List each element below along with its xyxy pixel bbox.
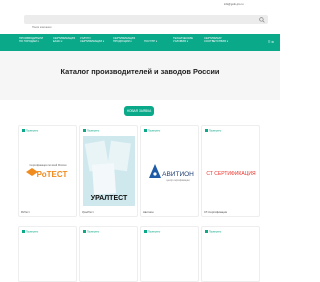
verified-label: Проверено	[26, 129, 39, 133]
company-name[interactable]: Авитион	[143, 211, 153, 214]
nav-item-producers[interactable]: ПРОИЗВОДИТЕЛИ ПО ГОРОДАМ ▾	[19, 37, 43, 44]
new-request-button[interactable]: НОВАЯ ЗАЯВКА	[124, 106, 154, 116]
check-icon	[144, 129, 147, 132]
top-bar: info@gufo-pro.ru	[0, 0, 280, 34]
company-card[interactable]: Проверено	[140, 226, 199, 282]
nav-item-certificate[interactable]: СЕРТИФИКАТ СООТВЕТСТВИЯ ▾	[204, 37, 228, 44]
company-logo: АВИТИОН центр сертификации	[149, 164, 194, 182]
company-card[interactable]: Проверено Сертификация по всей России Ро…	[18, 125, 77, 217]
check-icon	[83, 230, 86, 233]
verified-label: Проверено	[209, 129, 222, 133]
check-icon	[83, 129, 86, 132]
verified-label: Проверено	[209, 230, 222, 234]
logo-text: РоТЕСТ	[37, 170, 68, 179]
nav-menu-icon[interactable]: ☰ ⚙	[268, 40, 274, 44]
header-contact[interactable]: info@gufo-pro.ru	[224, 3, 244, 6]
verified-label: Проверено	[148, 129, 161, 133]
nav-item-services[interactable]: УСЛУГИ СЕРТИФИКАЦИИ ▾	[80, 37, 104, 44]
nav-item-tu[interactable]: ТЕХНИЧЕСКИЕ УСЛОВИЯ ▾	[173, 37, 193, 44]
company-logo: Сертификация по всей России РоТЕСТ	[22, 158, 74, 188]
verified-badge: Проверено	[22, 230, 38, 234]
verified-label: Проверено	[148, 230, 161, 234]
company-logo: УРАЛТЕСТ	[83, 136, 135, 206]
check-icon	[22, 230, 25, 233]
verified-badge: Проверено	[83, 230, 99, 234]
verified-label: Проверено	[87, 129, 100, 133]
company-card[interactable]: Проверено	[18, 226, 77, 282]
verified-label: Проверено	[26, 230, 39, 234]
company-card[interactable]: Проверено УРАЛТЕСТ УралТест	[79, 125, 138, 217]
verified-badge: Проверено	[205, 230, 221, 234]
search-input[interactable]	[24, 23, 268, 32]
nav-item-eaeu[interactable]: СЕРТИФИКАЦИЯ ЕАЭС ▾	[53, 37, 75, 44]
logo-text: АВИТИОН	[162, 171, 194, 178]
logo-text: УРАЛТЕСТ	[91, 195, 128, 202]
logo-caption: центр сертификации	[166, 179, 190, 182]
nav-item-gost[interactable]: ГОСТ/ТР ▾	[144, 40, 157, 43]
check-icon	[144, 230, 147, 233]
page-title: Каталог производителей и заводов России	[60, 67, 220, 76]
company-name[interactable]: УралТест	[82, 211, 94, 214]
search-icon[interactable]	[259, 16, 265, 23]
logo-caption: Сертификация по всей России	[30, 163, 68, 167]
company-card[interactable]: Проверено	[201, 226, 260, 282]
verified-badge: Проверено	[144, 230, 160, 234]
verified-label: Проверено	[87, 230, 100, 234]
main-nav: ПРОИЗВОДИТЕЛИ ПО ГОРОДАМ ▾ СЕРТИФИКАЦИЯ ЕА…	[0, 34, 280, 51]
company-name[interactable]: РоТест	[21, 211, 30, 214]
company-logo: СТ СЕРТИФИКАЦИЯ	[206, 171, 256, 177]
company-card[interactable]: Проверено	[79, 226, 138, 282]
check-icon	[205, 129, 208, 132]
verified-badge: Проверено	[22, 129, 38, 133]
company-name[interactable]: СТ-Сертификация	[204, 211, 227, 214]
verified-badge: Проверено	[144, 129, 160, 133]
company-card[interactable]: Проверено СТ СЕРТИФИКАЦИЯ СТ-Сертификаци…	[201, 125, 260, 217]
search-bar[interactable]	[24, 15, 268, 32]
check-icon	[22, 129, 25, 132]
verified-badge: Проверено	[83, 129, 99, 133]
check-icon	[205, 230, 208, 233]
logo-text: СТ СЕРТИФИКАЦИЯ	[206, 171, 256, 177]
verified-badge: Проверено	[205, 129, 221, 133]
nav-item-products[interactable]: СЕРТИФИКАЦИЯ ПРОДУКЦИИ ▾	[113, 37, 135, 44]
company-card[interactable]: Проверено АВИТИОН центр сертификации Ави…	[140, 125, 199, 217]
